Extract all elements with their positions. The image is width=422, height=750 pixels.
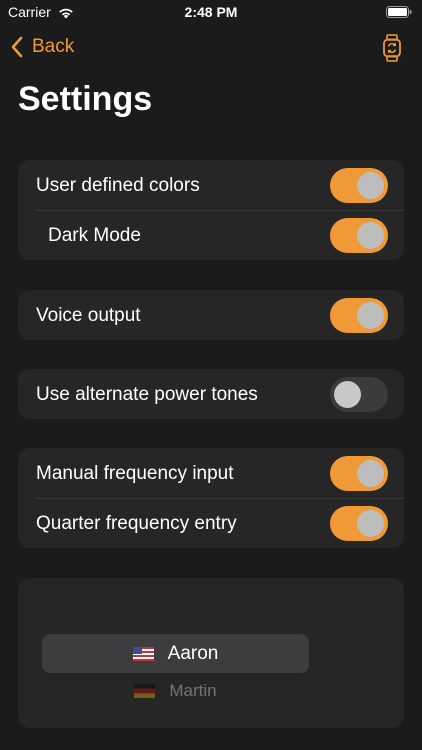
setting-label: Use alternate power tones xyxy=(36,384,258,405)
picker-item-selected[interactable]: Aaron xyxy=(42,634,309,673)
settings-group-colors: User defined colors Dark Mode xyxy=(18,160,404,260)
setting-row-user-defined-colors: User defined colors xyxy=(18,160,404,210)
toggle-knob xyxy=(357,222,384,249)
page-title: Settings xyxy=(18,80,153,118)
navigation-bar: Back xyxy=(0,30,422,66)
dark-mode-toggle[interactable] xyxy=(330,218,388,253)
setting-row-manual-frequency-input: Manual frequency input xyxy=(18,448,404,498)
setting-label: Quarter frequency entry xyxy=(36,513,237,534)
status-bar: Carrier 2:48 PM xyxy=(0,0,422,24)
watch-sync-icon[interactable] xyxy=(382,34,402,62)
back-button[interactable]: Back xyxy=(10,36,74,58)
chevron-left-icon xyxy=(11,36,23,58)
alternate-power-tones-toggle[interactable] xyxy=(330,377,388,412)
quarter-frequency-entry-toggle[interactable] xyxy=(330,506,388,541)
setting-label: Voice output xyxy=(36,305,141,326)
toggle-knob xyxy=(357,302,384,329)
voice-output-toggle[interactable] xyxy=(330,298,388,333)
settings-group-voice: Voice output xyxy=(18,290,404,340)
setting-label: Manual frequency input xyxy=(36,463,234,484)
voice-name: Martin xyxy=(169,681,217,700)
battery-icon xyxy=(386,6,412,18)
voice-picker[interactable]: Aaron Martin xyxy=(18,578,404,728)
toggle-knob xyxy=(357,172,384,199)
setting-row-quarter-frequency-entry: Quarter frequency entry xyxy=(18,498,404,548)
back-label: Back xyxy=(32,36,75,57)
de-flag-icon xyxy=(134,684,156,698)
setting-row-alternate-power-tones: Use alternate power tones xyxy=(18,369,404,419)
status-time: 2:48 PM xyxy=(184,4,238,20)
picker-item[interactable]: Martin xyxy=(42,678,309,704)
setting-row-voice-output: Voice output xyxy=(18,290,404,340)
voice-name: Aaron xyxy=(167,642,219,664)
setting-label: User defined colors xyxy=(36,175,200,196)
user-defined-colors-toggle[interactable] xyxy=(330,168,388,203)
us-flag-icon xyxy=(132,646,154,661)
settings-group-tones: Use alternate power tones xyxy=(18,369,404,419)
settings-group-frequency: Manual frequency input Quarter frequency… xyxy=(18,448,404,548)
setting-label: Dark Mode xyxy=(48,225,141,246)
toggle-knob xyxy=(334,381,361,408)
toggle-knob xyxy=(357,460,384,487)
setting-row-dark-mode: Dark Mode xyxy=(18,210,404,260)
manual-frequency-input-toggle[interactable] xyxy=(330,456,388,491)
toggle-knob xyxy=(357,510,384,537)
